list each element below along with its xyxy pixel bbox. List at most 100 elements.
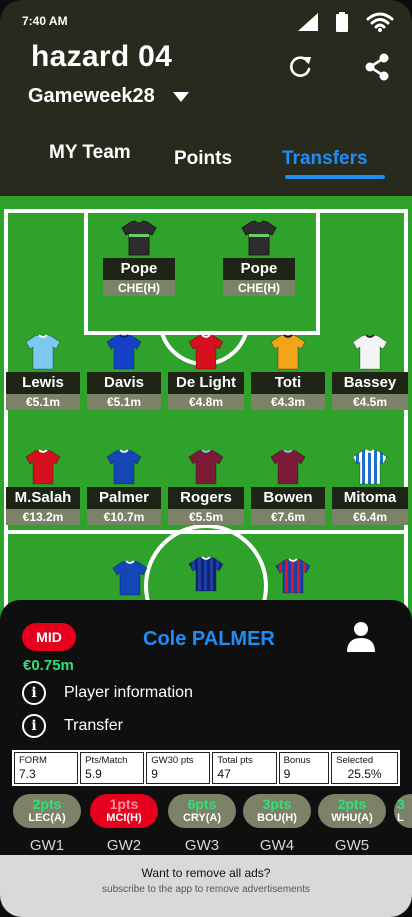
avatar-icon[interactable] <box>346 620 376 652</box>
transfer-button[interactable]: i Transfer <box>22 714 123 738</box>
fixture-chip[interactable]: 2pts LEC(A) <box>13 794 81 828</box>
player-card[interactable]: Toti €4.3m <box>251 332 325 410</box>
fixture-opponent: MCI(H) <box>106 812 142 824</box>
fixtures-strip: 2pts LEC(A) 1pts MCI(H) 6pts CRY(A) 3pts BOU… <box>13 794 412 828</box>
player-name: Rogers <box>168 487 244 509</box>
player-price: €5.1m <box>87 394 161 410</box>
fixture-chip[interactable]: 2pts WHU(A) <box>318 794 386 828</box>
stat-label: Bonus <box>283 755 311 766</box>
wifi-icon <box>366 12 394 32</box>
refresh-button[interactable] <box>285 52 315 82</box>
player-card[interactable]: De Light €4.8m <box>168 332 244 410</box>
fixture-points: 3 <box>397 796 405 812</box>
striped-blue-kit-icon <box>352 449 388 485</box>
blue-kit-icon <box>112 560 148 596</box>
status-time: 7:40 AM <box>22 14 68 28</box>
tab-transfers[interactable]: Transfers <box>282 148 368 170</box>
stat-gw30-pts: GW30 pts 9 <box>146 752 211 784</box>
player-name: Lewis <box>6 372 80 394</box>
fixture-points: 1pts <box>109 796 139 812</box>
gameweek-selector[interactable]: Gameweek28 <box>28 85 189 108</box>
player-card[interactable]: Pope CHE(H) <box>103 218 175 296</box>
stat-label: GW30 pts <box>151 755 194 766</box>
player-fixture: CHE(H) <box>103 280 175 296</box>
player-price: €5.1m <box>6 394 80 410</box>
player-detail-sheet: MID Cole PALMER €0.75m i Player informat… <box>0 600 412 917</box>
stat-selected: Selected 25.5% <box>331 752 399 784</box>
player-card[interactable]: Mitoma €6.4m <box>332 447 408 525</box>
stat-value: 7.3 <box>19 767 36 781</box>
claret-kit-icon <box>188 449 224 485</box>
player-price-change: €0.75m <box>23 657 74 674</box>
stat-value: 9 <box>283 767 291 781</box>
share-icon <box>365 53 389 81</box>
royal-blue-kit-icon <box>106 334 142 370</box>
player-card[interactable]: Rogers €5.5m <box>168 447 244 525</box>
goalkeeper-kit-icon <box>121 220 157 256</box>
fixture-opponent: LEC(A) <box>28 812 66 824</box>
fixture-points: 2pts <box>32 796 62 812</box>
stat-pts-per-match: Pts/Match 5.9 <box>80 752 145 784</box>
pitch: Pope CHE(H) Pope CHE(H) Lewis €5.1m Davi… <box>0 196 412 626</box>
player-fixture: CHE(H) <box>223 280 295 296</box>
position-badge: MID <box>22 623 76 651</box>
stat-value: 47 <box>217 767 231 781</box>
stat-value: 5.9 <box>85 767 102 781</box>
fixture-opponent: L <box>397 812 404 824</box>
gameweek-label: GW5 <box>334 837 370 854</box>
player-card[interactable] <box>94 558 166 598</box>
fixture-opponent: WHU(A) <box>331 812 373 824</box>
goalkeeper-kit-icon <box>241 220 277 256</box>
gameweek-label: GW3 <box>184 837 220 854</box>
player-card[interactable]: Bassey €4.5m <box>332 332 408 410</box>
menu-label: Player information <box>64 684 193 701</box>
stat-label: Selected <box>336 755 374 766</box>
fixture-chip[interactable]: 3pts BOU(H) <box>243 794 311 828</box>
stat-value: 9 <box>151 767 158 781</box>
striped-blue-kit-icon <box>188 556 224 592</box>
player-card[interactable]: Davis €5.1m <box>87 332 161 410</box>
player-card[interactable]: Bowen €7.6m <box>251 447 325 525</box>
player-name: De Light <box>168 372 244 394</box>
player-card[interactable]: Pope CHE(H) <box>223 218 295 296</box>
player-card[interactable] <box>170 554 242 594</box>
ad-title: Want to remove all ads? <box>141 866 271 880</box>
player-card[interactable]: Palmer €10.7m <box>87 447 161 525</box>
fixture-chip[interactable]: 3L <box>394 794 412 828</box>
striped-red-blue-kit-icon <box>275 558 311 594</box>
fixture-opponent: BOU(H) <box>257 812 297 824</box>
player-price: €7.6m <box>251 509 325 525</box>
ad-banner[interactable]: Want to remove all ads? subscribe to the… <box>0 855 412 917</box>
share-button[interactable] <box>362 52 392 82</box>
gameweek-label: GW2 <box>106 837 142 854</box>
signal-icon <box>298 13 318 31</box>
gameweek-label: GW1 <box>29 837 65 854</box>
claret-kit-icon <box>270 449 306 485</box>
team-name: hazard 04 <box>31 40 173 73</box>
app-screen: 7:40 AM hazard 04 Gameweek28 MY Team Poi… <box>0 0 412 917</box>
gold-kit-icon <box>270 334 306 370</box>
player-price: €13.2m <box>6 509 80 525</box>
menu-label: Transfer <box>64 717 123 734</box>
player-price: €4.3m <box>251 394 325 410</box>
player-name: Pope <box>223 258 295 280</box>
stat-label: Total pts <box>217 755 253 766</box>
info-icon: i <box>22 681 46 705</box>
player-name: Toti <box>251 372 325 394</box>
player-card[interactable]: Lewis €5.1m <box>6 332 80 410</box>
gameweek-label: Gameweek28 <box>28 85 155 107</box>
tab-points[interactable]: Points <box>174 148 232 170</box>
tab-my-team[interactable]: MY Team <box>49 142 131 164</box>
player-name: Davis <box>87 372 161 394</box>
player-card[interactable]: M.Salah €13.2m <box>6 447 80 525</box>
fixture-chip[interactable]: 1pts MCI(H) <box>90 794 158 828</box>
player-information-button[interactable]: i Player information <box>22 681 193 705</box>
player-card[interactable] <box>257 556 329 596</box>
white-kit-icon <box>352 334 388 370</box>
status-bar: 7:40 AM <box>0 0 412 40</box>
player-name: M.Salah <box>6 487 80 509</box>
player-name: Bassey <box>332 372 408 394</box>
blue-kit-icon <box>106 449 142 485</box>
stat-value: 25.5% <box>347 767 382 781</box>
fixture-chip[interactable]: 6pts CRY(A) <box>168 794 236 828</box>
